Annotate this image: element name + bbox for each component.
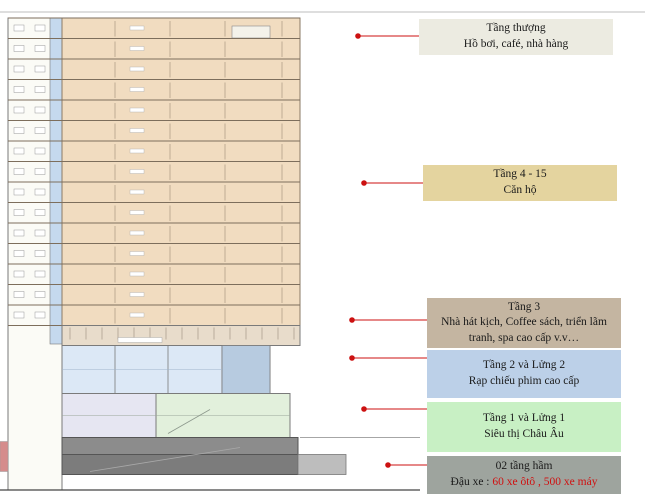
cinema-hall: [221, 345, 271, 394]
unit-tag: [129, 87, 145, 92]
core-window: [34, 65, 46, 73]
floor3-tag: [117, 337, 163, 343]
core-window: [13, 24, 25, 32]
apartments-desc: Căn hộ: [503, 184, 537, 196]
callout-floor3: Tầng 3 Nhà hát kịch, Coffee sách, triển …: [427, 298, 621, 348]
basement-desc: Đậu xe : 60 xe ôtô , 500 xe máy: [451, 475, 598, 491]
floor3-title: Tầng 3: [507, 300, 541, 313]
unit-tag: [129, 251, 145, 256]
unit-tag: [129, 66, 145, 72]
floor3-desc-line1: Nhà hát kịch, Coffee sách, triển lãm: [441, 316, 607, 329]
apartments-title: Tầng 4 - 15: [493, 168, 547, 181]
unit-tag: [129, 210, 145, 215]
rooftop-desc: Hồ bơi, café, nhà hàng: [463, 38, 569, 50]
core-window: [13, 229, 25, 237]
core-window: [13, 127, 25, 134]
cinema-title: Tầng 2 và Lửng 2: [482, 359, 566, 372]
core-window: [13, 250, 25, 257]
callout-rooftop: Tầng thượng Hồ bơi, café, nhà hàng: [419, 19, 613, 55]
connector-dot: [385, 462, 391, 468]
unit-tag: [129, 169, 145, 174]
core-window: [13, 168, 25, 175]
connector-dot: [355, 33, 361, 39]
core-window: [13, 270, 25, 278]
core-window: [13, 86, 25, 93]
core-window: [34, 168, 46, 175]
core-window: [13, 147, 25, 155]
core-window: [34, 270, 46, 278]
rooftop-structure: [231, 25, 271, 39]
unit-tag: [129, 148, 145, 154]
basement-annex: [297, 454, 347, 475]
basement-title: 02 tầng hầm: [495, 460, 553, 473]
apartment-block: [61, 17, 301, 326]
core-window: [34, 24, 46, 32]
connector-dot: [361, 180, 367, 186]
callout-apartments: Tầng 4 - 15 Căn hộ: [423, 165, 617, 201]
core-window: [34, 45, 46, 52]
unit-tag: [129, 312, 145, 318]
core-window: [34, 311, 46, 319]
supermarket-desc: Siêu thị Châu Âu: [484, 428, 564, 440]
rooftop-title: Tầng thượng: [486, 22, 546, 35]
core-window: [34, 229, 46, 237]
basement-desc-highlight: 60 xe ôtô , 500 xe máy: [492, 476, 598, 488]
callout-connectors: [349, 33, 427, 468]
unit-tag: [129, 107, 145, 113]
basement-desc-prefix: Đậu xe :: [450, 476, 493, 488]
core-window: [13, 106, 25, 114]
core-window: [34, 127, 46, 134]
cinema-desc: Rạp chiếu phim cao cấp: [468, 375, 580, 387]
core-window: [34, 86, 46, 93]
connector-dot: [349, 355, 355, 361]
unit-tag: [129, 292, 145, 297]
core-window: [34, 147, 46, 155]
core-window: [13, 291, 25, 298]
unit-tag: [129, 128, 145, 133]
core-window: [34, 291, 46, 298]
unit-tag: [129, 189, 145, 195]
callout-cinema: Tầng 2 và Lửng 2 Rạp chiếu phim cao cấp: [427, 350, 621, 398]
supermarket-title: Tầng 1 và Lửng 1: [482, 412, 566, 425]
unit-tag: [129, 271, 145, 277]
connector-dot: [361, 406, 367, 412]
lift-shaft: [49, 17, 63, 345]
basement-1: [61, 437, 299, 455]
core-window: [13, 188, 25, 196]
connector-dot: [349, 317, 355, 323]
unit-tag: [129, 25, 145, 31]
core-window: [13, 65, 25, 73]
floor3-block: [61, 325, 301, 346]
core-window: [13, 209, 25, 216]
core-window: [13, 311, 25, 319]
neighbour-edge: [0, 441, 9, 472]
callout-supermarket: Tầng 1 và Lửng 1 Siêu thị Châu Âu: [427, 402, 621, 452]
core-window: [34, 106, 46, 114]
callout-basement: 02 tầng hầm Đậu xe : 60 xe ôtô , 500 xe …: [427, 456, 621, 494]
core-window: [34, 188, 46, 196]
unit-tag: [129, 46, 145, 51]
core-window: [13, 45, 25, 52]
unit-tag: [129, 230, 145, 236]
core-window: [34, 250, 46, 257]
core-window: [34, 209, 46, 216]
floor3-desc-line2: tranh, spa cao cấp v.v…: [468, 331, 580, 344]
